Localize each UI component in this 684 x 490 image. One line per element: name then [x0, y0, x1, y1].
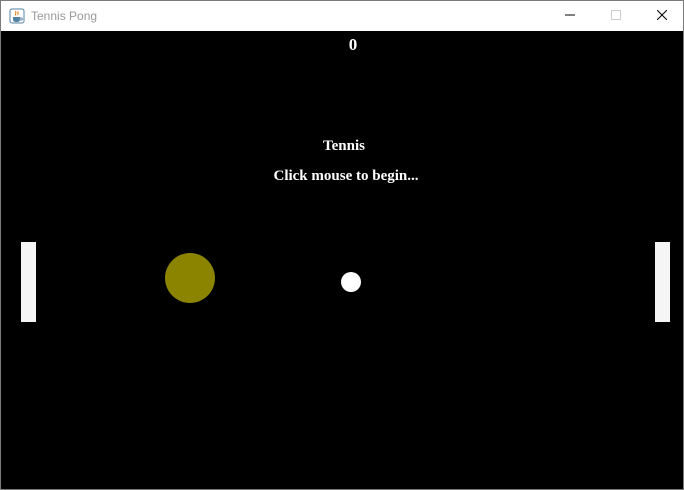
start-prompt: Click mouse to begin... — [273, 168, 419, 184]
title-bar[interactable]: Tennis Pong — [1, 1, 683, 31]
game-title: Tennis — [323, 138, 365, 154]
game-canvas[interactable]: 0 Tennis Click mouse to begin... — [1, 31, 683, 489]
left-paddle — [21, 242, 36, 322]
close-button[interactable] — [639, 1, 683, 31]
app-window: Tennis Pong 0 Tennis Click mouse to begi… — [0, 0, 684, 490]
score-display: 0 — [348, 35, 358, 54]
java-cup-icon — [9, 8, 25, 24]
game-ball — [341, 272, 361, 292]
right-paddle — [655, 242, 670, 322]
maximize-button[interactable] — [593, 1, 639, 31]
minimize-button[interactable] — [547, 1, 593, 31]
tennis-ball — [165, 253, 215, 303]
close-icon — [656, 7, 668, 25]
minimize-icon — [565, 7, 575, 25]
window-title: Tennis Pong — [31, 9, 98, 23]
maximize-icon — [611, 7, 621, 25]
